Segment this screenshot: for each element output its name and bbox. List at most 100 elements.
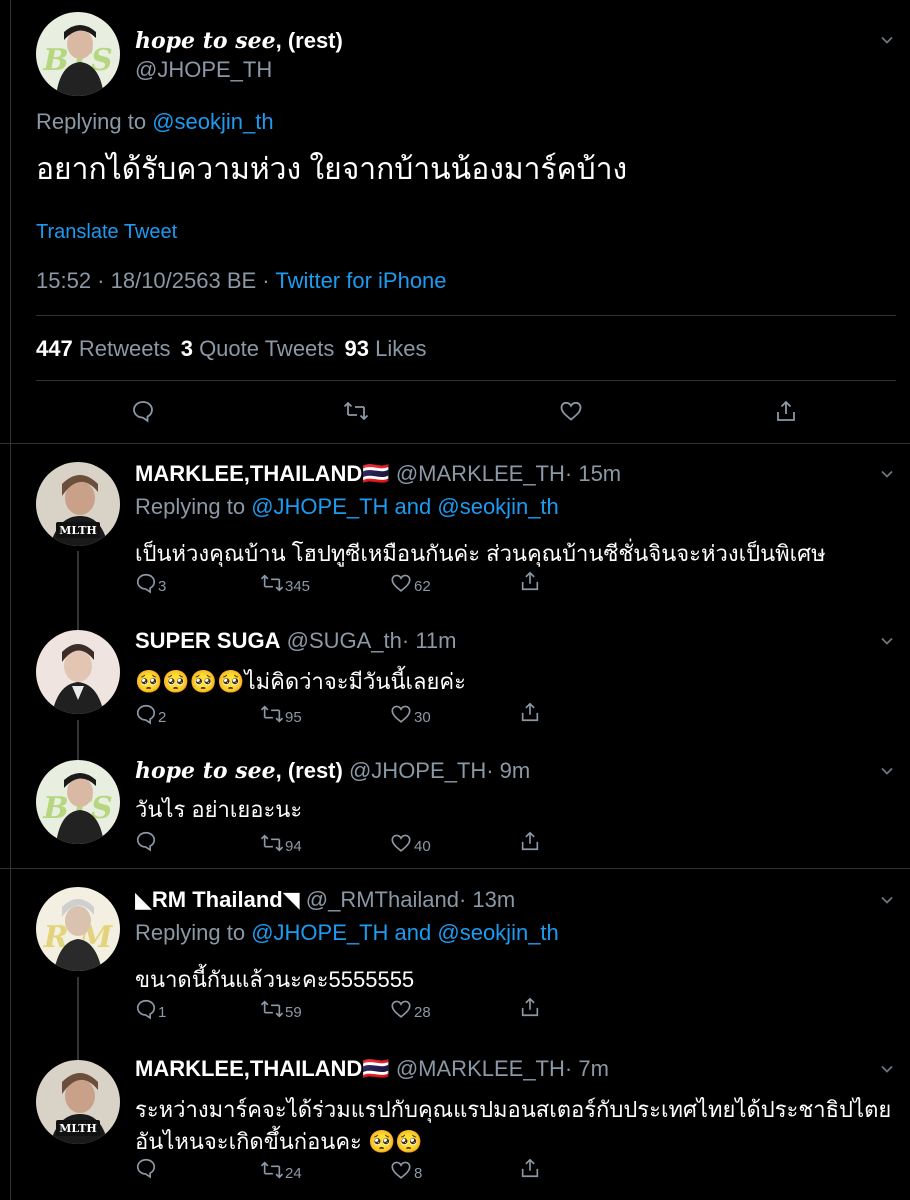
- quotes-count[interactable]: 3: [181, 336, 193, 361]
- chevron-down-icon[interactable]: [880, 634, 894, 648]
- timeline-border: [10, 0, 11, 443]
- reply-tweet[interactable]: R M ◣RM Thailand◥ @_RMThailand· 13m Repl…: [0, 869, 910, 1040]
- reply-button[interactable]: [131, 399, 155, 423]
- display-name[interactable]: hope to see: [135, 758, 276, 784]
- likes-count[interactable]: 93: [345, 336, 369, 361]
- like-button[interactable]: 8: [390, 1157, 422, 1182]
- handle[interactable]: @MARKLEE_TH: [396, 461, 565, 486]
- share-icon: [521, 831, 539, 851]
- display-name[interactable]: MARKLEE,THAILAND🇹🇭: [135, 1056, 390, 1081]
- retweet-count: 59: [285, 1004, 302, 1021]
- quotes-label[interactable]: Quote Tweets: [199, 336, 334, 361]
- avatar[interactable]: BTS: [36, 12, 120, 96]
- tweet-text: วันไร อย่าเยอะนะ: [135, 797, 303, 822]
- reply-icon: [136, 704, 156, 725]
- thread-connector: [77, 551, 79, 610]
- replying-handle-link[interactable]: @seokjin_th: [152, 109, 273, 134]
- avatar[interactable]: MLTH: [36, 1060, 120, 1144]
- display-name[interactable]: MARKLEE,THAILAND🇹🇭: [135, 461, 390, 486]
- chevron-down-icon[interactable]: [880, 1062, 894, 1076]
- chevron-down-icon[interactable]: [880, 467, 894, 481]
- like-button[interactable]: 30: [390, 701, 431, 726]
- handle[interactable]: @JHOPE_TH: [349, 758, 486, 783]
- avatar-mark: MLTH: [59, 524, 97, 537]
- engagement-stats: 447 Retweets 3 Quote Tweets 93 Likes: [36, 336, 427, 362]
- retweet-button[interactable]: 95: [260, 701, 302, 726]
- replying-handles-link[interactable]: @JHOPE_TH and @seokjin_th: [251, 494, 559, 519]
- translate-tweet-link[interactable]: Translate Tweet: [36, 221, 177, 244]
- retweets-count[interactable]: 447: [36, 336, 73, 361]
- display-name[interactable]: SUPER SUGA: [135, 628, 280, 653]
- like-icon: [560, 401, 582, 421]
- share-button[interactable]: [519, 570, 541, 592]
- reply-icon: [133, 401, 153, 423]
- handle[interactable]: @JHOPE_TH: [135, 57, 272, 83]
- divider: [36, 315, 896, 316]
- handle[interactable]: @_RMThailand: [306, 887, 459, 912]
- like-icon: [391, 1161, 411, 1179]
- display-name[interactable]: hope to see: [135, 28, 276, 54]
- retweet-button[interactable]: 24: [260, 1157, 302, 1182]
- main-tweet: BTS hope to see, (rest) @JHOPE_TH Replyi…: [0, 0, 910, 444]
- reply-tweet[interactable]: MLTH MARKLEE,THAILAND🇹🇭 @MARKLEE_TH· 7m …: [0, 1040, 910, 1200]
- time[interactable]: · 9m: [486, 758, 530, 783]
- tweet-text: 🥺🥺🥺🥺ไม่คิดว่าจะมีวันนี้เลยค่ะ: [135, 669, 466, 694]
- avatar[interactable]: BTS: [36, 760, 120, 844]
- tweet-text: เป็นห่วงคุณบ้าน โฮปทูซีเหมือนกันค่ะ ส่วน…: [135, 541, 826, 566]
- avatar[interactable]: [36, 630, 120, 714]
- retweet-icon: [260, 999, 284, 1018]
- like-button[interactable]: 40: [390, 830, 431, 855]
- share-button[interactable]: [519, 830, 541, 852]
- chevron-down-icon[interactable]: [880, 893, 894, 907]
- like-icon: [391, 834, 411, 852]
- client-link[interactable]: Twitter for iPhone: [275, 268, 446, 293]
- avatar[interactable]: R M: [36, 887, 120, 971]
- reply-tweet[interactable]: BTS hope to see, (rest) @JHOPE_TH· 9m วั…: [0, 740, 910, 869]
- retweet-button[interactable]: 94: [260, 830, 302, 855]
- like-count: 62: [414, 578, 431, 595]
- avatar-mark: MLTH: [59, 1122, 97, 1135]
- reply-tweet[interactable]: SUPER SUGA @SUGA_th· 11m 🥺🥺🥺🥺ไม่คิดว่าจะ…: [0, 610, 910, 740]
- timeline-border: [10, 869, 11, 1040]
- timestamp[interactable]: 15:52 · 18/10/2563 BE ·: [36, 268, 270, 293]
- timeline-border: [10, 610, 11, 740]
- reply-button[interactable]: [135, 830, 158, 852]
- reply-button[interactable]: 1: [135, 996, 166, 1021]
- time[interactable]: · 13m: [459, 887, 515, 912]
- reply-tweet[interactable]: MLTH MARKLEE,THAILAND🇹🇭 @MARKLEE_TH· 15m…: [0, 443, 910, 610]
- chevron-down-icon[interactable]: [880, 33, 894, 47]
- avatar[interactable]: MLTH: [36, 462, 120, 546]
- display-name-rest: , (rest): [275, 758, 343, 783]
- share-button[interactable]: [774, 399, 798, 423]
- like-icon: [391, 705, 411, 723]
- retweet-count: 24: [285, 1165, 302, 1182]
- reply-button[interactable]: 3: [135, 570, 166, 595]
- time[interactable]: · 15m: [565, 461, 621, 486]
- handle[interactable]: @SUGA_th: [287, 628, 402, 653]
- retweet-button[interactable]: [343, 399, 369, 423]
- likes-label[interactable]: Likes: [375, 336, 426, 361]
- like-button[interactable]: 28: [390, 996, 431, 1021]
- like-count: 8: [414, 1165, 423, 1182]
- reply-button[interactable]: [135, 1157, 158, 1179]
- share-button[interactable]: [519, 1157, 541, 1179]
- retweet-count: 345: [285, 578, 311, 595]
- like-button[interactable]: [559, 399, 583, 423]
- chevron-down-icon[interactable]: [880, 764, 894, 778]
- retweet-button[interactable]: 345: [260, 570, 310, 595]
- share-button[interactable]: [519, 701, 541, 723]
- retweet-button[interactable]: 59: [260, 996, 302, 1021]
- retweets-label[interactable]: Retweets: [79, 336, 171, 361]
- time[interactable]: · 7m: [565, 1056, 609, 1081]
- display-name-rest: , (rest): [275, 28, 343, 53]
- replying-handles-link[interactable]: @JHOPE_TH and @seokjin_th: [251, 920, 559, 945]
- divider: [36, 380, 896, 381]
- reply-button[interactable]: 2: [135, 701, 166, 726]
- thread-connector: [77, 610, 79, 630]
- share-button[interactable]: [519, 996, 541, 1018]
- display-name[interactable]: ◣RM Thailand◥: [135, 887, 300, 912]
- like-button[interactable]: 62: [390, 570, 431, 595]
- reply-count: 2: [158, 709, 167, 726]
- time[interactable]: · 11m: [402, 628, 457, 653]
- handle[interactable]: @MARKLEE_TH: [396, 1056, 565, 1081]
